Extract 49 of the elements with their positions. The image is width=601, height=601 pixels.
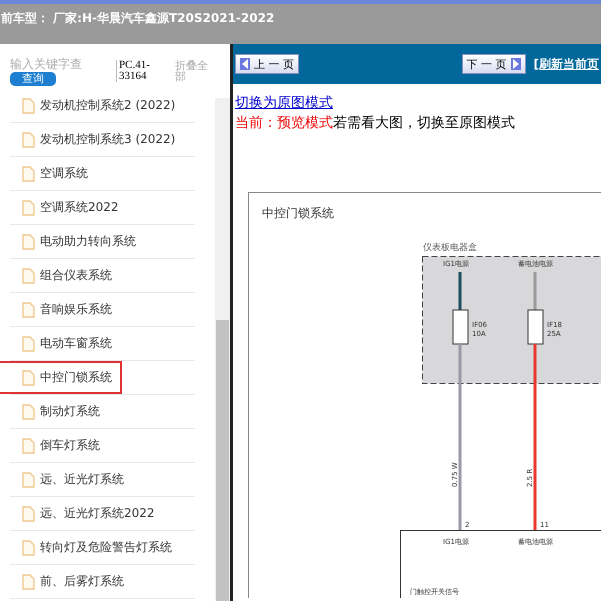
mode-hint: 若需看大图，切换至原图模式 (333, 116, 515, 131)
document-icon (22, 574, 35, 590)
search-button[interactable]: 查询 (10, 72, 56, 86)
document-icon (22, 540, 35, 556)
tree-item[interactable]: 远、近光灯系统2022 (0, 497, 165, 530)
current-mode-label: 当前：预览模式 (235, 116, 333, 131)
tree-item[interactable]: 远、近光灯系统 (0, 463, 134, 496)
wire (534, 272, 536, 310)
box-label: 仪表板电器盒 (423, 243, 477, 253)
code-label: PC.41-33164 (116, 60, 169, 82)
document-icon (22, 268, 35, 284)
document-icon (22, 302, 35, 318)
document-icon (22, 370, 35, 386)
fuse-icon (528, 310, 544, 344)
document-icon (22, 98, 35, 114)
document-icon (22, 472, 35, 488)
tree-item[interactable]: 转向灯及危险警告灯系统 (0, 531, 182, 564)
tree-item[interactable]: 倒车灯系统 (0, 429, 110, 462)
document-icon (22, 166, 35, 182)
left-arrow-icon (240, 58, 250, 70)
tree-item[interactable]: 前、后雾灯系统 (0, 565, 134, 598)
previous-page-button[interactable]: 上 一 页 (235, 54, 299, 74)
document-icon (22, 404, 35, 420)
refresh-link[interactable]: [刷新当前页 (534, 56, 599, 72)
tree-item[interactable]: 制动灯系统 (0, 395, 110, 428)
fuse-icon (452, 310, 468, 344)
document-icon (22, 234, 35, 250)
tree-item[interactable]: 中控门锁系统 (0, 361, 122, 394)
tree-item[interactable]: 发动机控制系统2 (2022) (0, 98, 186, 122)
tree-item[interactable]: 电动车窗系统 (0, 327, 122, 360)
document-icon (22, 506, 35, 522)
tree-item[interactable]: 空调系统 (0, 157, 98, 190)
tree-item[interactable]: 电动助力转向系统 (0, 225, 146, 258)
tree-item[interactable]: 音响娱乐系统 (0, 293, 122, 326)
tree-item[interactable]: 发动机控制系统3 (2022) (0, 123, 186, 156)
document-icon (22, 200, 35, 216)
wire (458, 272, 462, 310)
right-arrow-icon (510, 58, 521, 70)
next-page-button[interactable]: 下 一 页 (462, 54, 526, 74)
document-icon (22, 336, 35, 352)
diagram-title: 中控门锁系统 (262, 206, 334, 220)
scroll-thumb[interactable] (216, 320, 229, 601)
scrollbar[interactable] (215, 98, 230, 601)
tree-item[interactable]: 组合仪表系统 (0, 259, 122, 292)
document-icon (22, 438, 35, 454)
document-icon (22, 132, 35, 148)
tree-item[interactable]: 空调系统2022 (0, 191, 129, 224)
switch-mode-link[interactable]: 切换为原图模式 (235, 94, 601, 114)
vehicle-title: 前车型： 厂家:H-华晨汽车鑫源T20S2021-2022 (1, 10, 274, 27)
